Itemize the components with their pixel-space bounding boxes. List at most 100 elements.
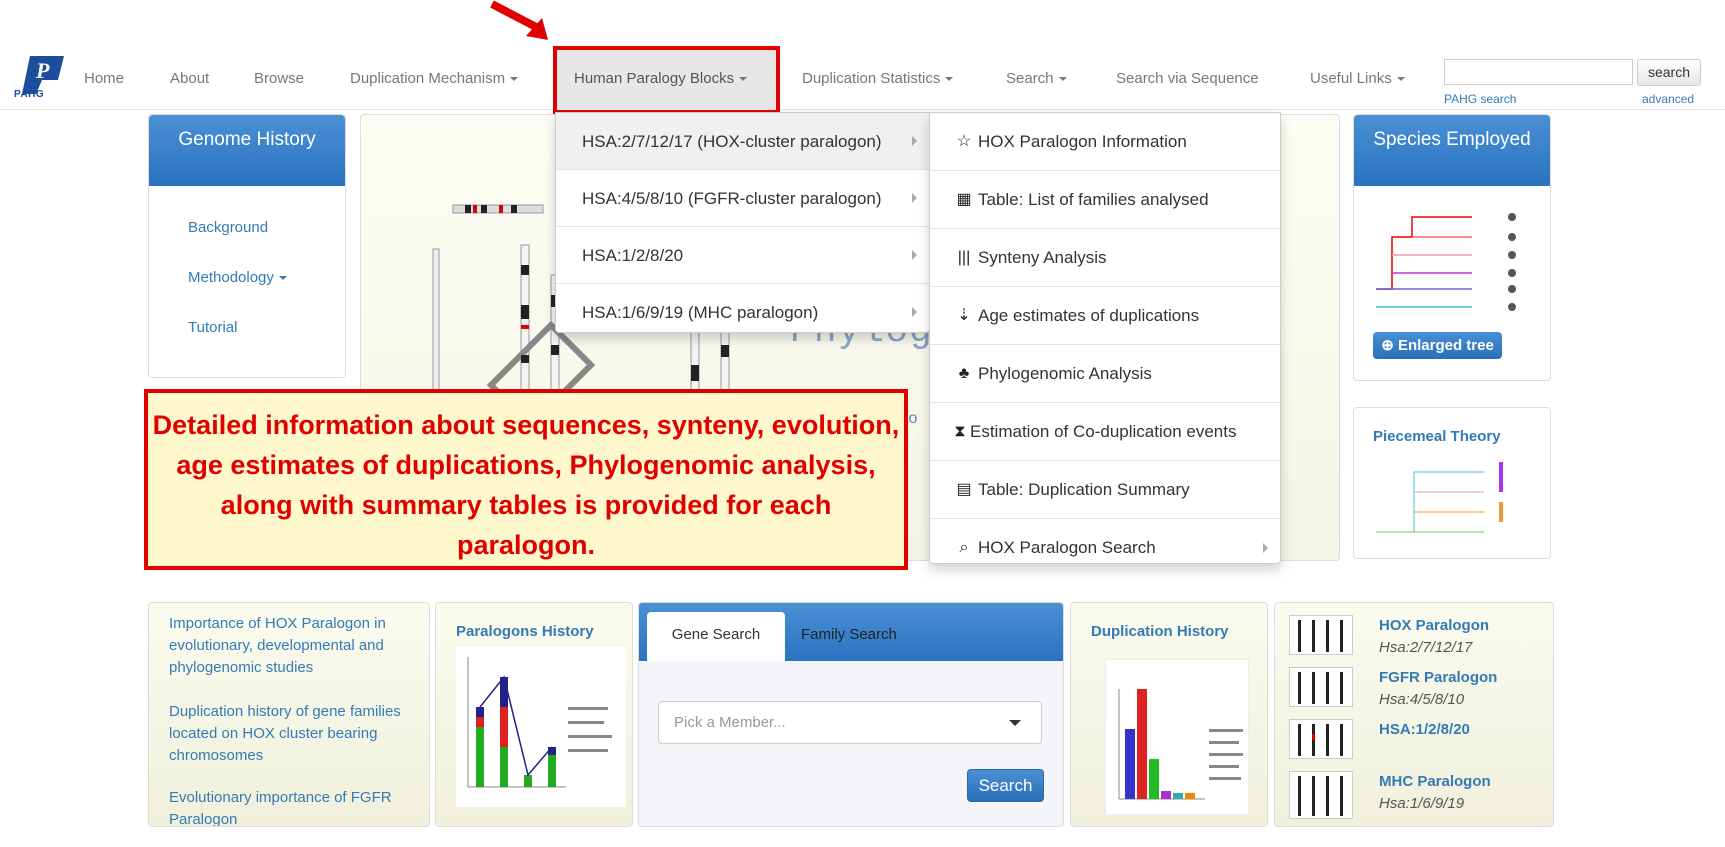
duplication-history-title: Duplication History (1091, 623, 1229, 640)
menu-item-label: HSA:2/7/12/17 (HOX-cluster paralogon) (582, 132, 882, 151)
caret-down-icon (278, 276, 287, 281)
svg-text:P: P (35, 58, 50, 83)
fgfr-paralogon-sub: Hsa:4/5/8/10 (1379, 691, 1465, 708)
submenu-synteny-analysis[interactable]: ||| Synteny Analysis (930, 229, 1280, 287)
chevron-right-icon (912, 250, 917, 260)
submenu-label: Estimation of Co-duplication events (970, 422, 1237, 441)
menu-item-fgfr-block[interactable]: HSA:4/5/8/10 (FGFR-cluster paralogon) (556, 170, 929, 227)
submenu-label: Age estimates of duplications (978, 306, 1200, 325)
search-icon: ⌕ (959, 539, 969, 556)
piecemeal-theory-panel[interactable]: Piecemeal Theory (1353, 407, 1551, 559)
enlarged-tree-label: Enlarged tree (1397, 337, 1494, 354)
menu-item-label: HSA:1/6/9/19 (MHC paralogon) (582, 303, 819, 322)
chevron-right-icon (912, 307, 917, 317)
news-panel: Importance of HOX Paralogon in evolution… (148, 602, 430, 827)
mhc-paralogon-sub: Hsa:1/6/9/19 (1379, 795, 1465, 812)
barcode-icon: ||| (957, 249, 971, 266)
caret-down-icon (1396, 77, 1405, 82)
paralogons-history-title: Paralogons History (456, 623, 594, 640)
nav-search-label: Search (1006, 70, 1054, 87)
hourglass-icon: ⧗ (954, 423, 966, 440)
methodology-link[interactable]: Methodology (188, 269, 287, 286)
table-icon: ▦ (956, 191, 972, 208)
paralogons-history-panel[interactable]: Paralogons History (435, 602, 633, 827)
news-link-fgfr-importance[interactable]: Evolutionary importance of FGFR Paralogo… (169, 787, 419, 826)
hsa-1-2-8-20-link[interactable]: HSA:1/2/8/20 (1379, 721, 1470, 738)
submenu-age-estimates[interactable]: ⇣ Age estimates of duplications (930, 287, 1280, 345)
nav-duplication-statistics-label: Duplication Statistics (802, 70, 941, 87)
background-link[interactable]: Background (188, 219, 268, 236)
pahg-search-link[interactable]: PAHG search (1444, 92, 1516, 106)
nav-duplication-statistics[interactable]: Duplication Statistics (802, 70, 954, 87)
sort-icon: ⇣ (957, 307, 971, 324)
piecemeal-theory-image (1376, 462, 1503, 533)
fgfr-paralogon-thumbnail[interactable] (1289, 667, 1353, 707)
caret-down-icon (510, 77, 519, 82)
menu-item-hsa-1-2-8-20[interactable]: HSA:1/2/8/20 (556, 227, 929, 284)
nav-search-via-sequence[interactable]: Search via Sequence (1116, 70, 1259, 87)
submenu-label: HOX Paralogon Information (978, 132, 1187, 151)
logo-text: PAHG (14, 89, 45, 100)
hox-paralogon-link[interactable]: HOX Paralogon (1379, 617, 1489, 634)
advanced-search-link[interactable]: advanced (1642, 92, 1694, 106)
nav-duplication-mechanism[interactable]: Duplication Mechanism (350, 70, 519, 87)
pick-member-select[interactable]: Pick a Member... (658, 701, 1042, 744)
tab-gene-search[interactable]: Gene Search (647, 612, 785, 661)
submenu-label: Synteny Analysis (978, 248, 1107, 267)
top-search-button[interactable]: search (1637, 59, 1701, 86)
nav-about[interactable]: About (170, 70, 209, 87)
submenu-hox-search[interactable]: ⌕ HOX Paralogon Search (930, 519, 1280, 577)
paralogy-blocks-dropdown: HSA:2/7/12/17 (HOX-cluster paralogon) HS… (555, 112, 930, 333)
submenu-label: HOX Paralogon Search (978, 538, 1156, 557)
nav-useful-links[interactable]: Useful Links (1310, 70, 1405, 87)
gene-search-button[interactable]: Search (967, 769, 1044, 802)
hox-paralogon-submenu: ☆ HOX Paralogon Information ▦ Table: List … (929, 112, 1281, 564)
highlight-box-annotation (553, 46, 780, 114)
submenu-families-table[interactable]: ▦ Table: List of families analysed (930, 171, 1280, 229)
submenu-phylogenomic-analysis[interactable]: ♣ Phylogenomic Analysis (930, 345, 1280, 403)
submenu-label: Table: List of families analysed (978, 190, 1209, 209)
submenu-label: Table: Duplication Summary (978, 480, 1190, 499)
caret-down-icon (1058, 77, 1067, 82)
mhc-paralogon-link[interactable]: MHC Paralogon (1379, 773, 1491, 790)
duplication-history-chart-image (1105, 659, 1249, 815)
submenu-coduplication-events[interactable]: ⧗ Estimation of Co-duplication events (930, 403, 1280, 461)
select-placeholder: Pick a Member... (674, 714, 786, 731)
gene-search-panel: Gene Search Family Search Pick a Member.… (638, 602, 1064, 827)
top-search-input[interactable] (1444, 59, 1633, 85)
duplication-history-panel[interactable]: Duplication History (1070, 602, 1268, 827)
menu-item-mhc-block[interactable]: HSA:1/6/9/19 (MHC paralogon) (556, 284, 929, 341)
tab-family-search[interactable]: Family Search (801, 612, 897, 658)
star-icon: ☆ (956, 133, 972, 150)
news-link-hox-importance[interactable]: Importance of HOX Paralogon in evolution… (169, 613, 419, 679)
caret-down-icon (945, 77, 954, 82)
hsa-1-2-8-20-thumbnail[interactable] (1289, 719, 1353, 759)
nav-duplication-mechanism-label: Duplication Mechanism (350, 70, 506, 87)
nav-home[interactable]: Home (84, 70, 124, 87)
species-tree-image (1376, 213, 1516, 311)
nav-browse[interactable]: Browse (254, 70, 304, 87)
nav-search[interactable]: Search (1006, 70, 1067, 87)
mhc-paralogon-thumbnail[interactable] (1289, 771, 1353, 819)
nav-useful-links-label: Useful Links (1310, 70, 1392, 87)
news-link-duplication-history[interactable]: Duplication history of gene families loc… (169, 701, 419, 767)
zoom-icon: ⊕ (1381, 337, 1398, 354)
menu-item-label: HSA:4/5/8/10 (FGFR-cluster paralogon) (582, 189, 882, 208)
info-callout-annotation: Detailed information about sequences, sy… (144, 389, 908, 570)
enlarged-tree-button[interactable]: ⊕ Enlarged tree (1373, 332, 1502, 359)
paralogons-list-panel: HOX Paralogon Hsa:2/7/12/17 FGFR Paralog… (1274, 602, 1554, 827)
submenu-label: Phylogenomic Analysis (978, 364, 1152, 383)
submenu-duplication-summary[interactable]: ▤ Table: Duplication Summary (930, 461, 1280, 519)
fgfr-paralogon-link[interactable]: FGFR Paralogon (1379, 669, 1497, 686)
genome-history-title: Genome History (149, 115, 345, 186)
submenu-hox-info[interactable]: ☆ HOX Paralogon Information (930, 113, 1280, 171)
menu-item-hox-block[interactable]: HSA:2/7/12/17 (HOX-cluster paralogon) (556, 113, 929, 170)
chevron-right-icon (912, 193, 917, 203)
chevron-right-icon (1263, 543, 1268, 553)
tree-icon: ♣ (958, 365, 970, 382)
genome-history-panel: Genome History Background Methodology Tu… (148, 114, 346, 378)
hox-paralogon-sub: Hsa:2/7/12/17 (1379, 639, 1473, 656)
hox-paralogon-thumbnail[interactable] (1289, 615, 1353, 655)
red-arrow-annotation (490, 0, 548, 40)
tutorial-link[interactable]: Tutorial (188, 319, 237, 336)
